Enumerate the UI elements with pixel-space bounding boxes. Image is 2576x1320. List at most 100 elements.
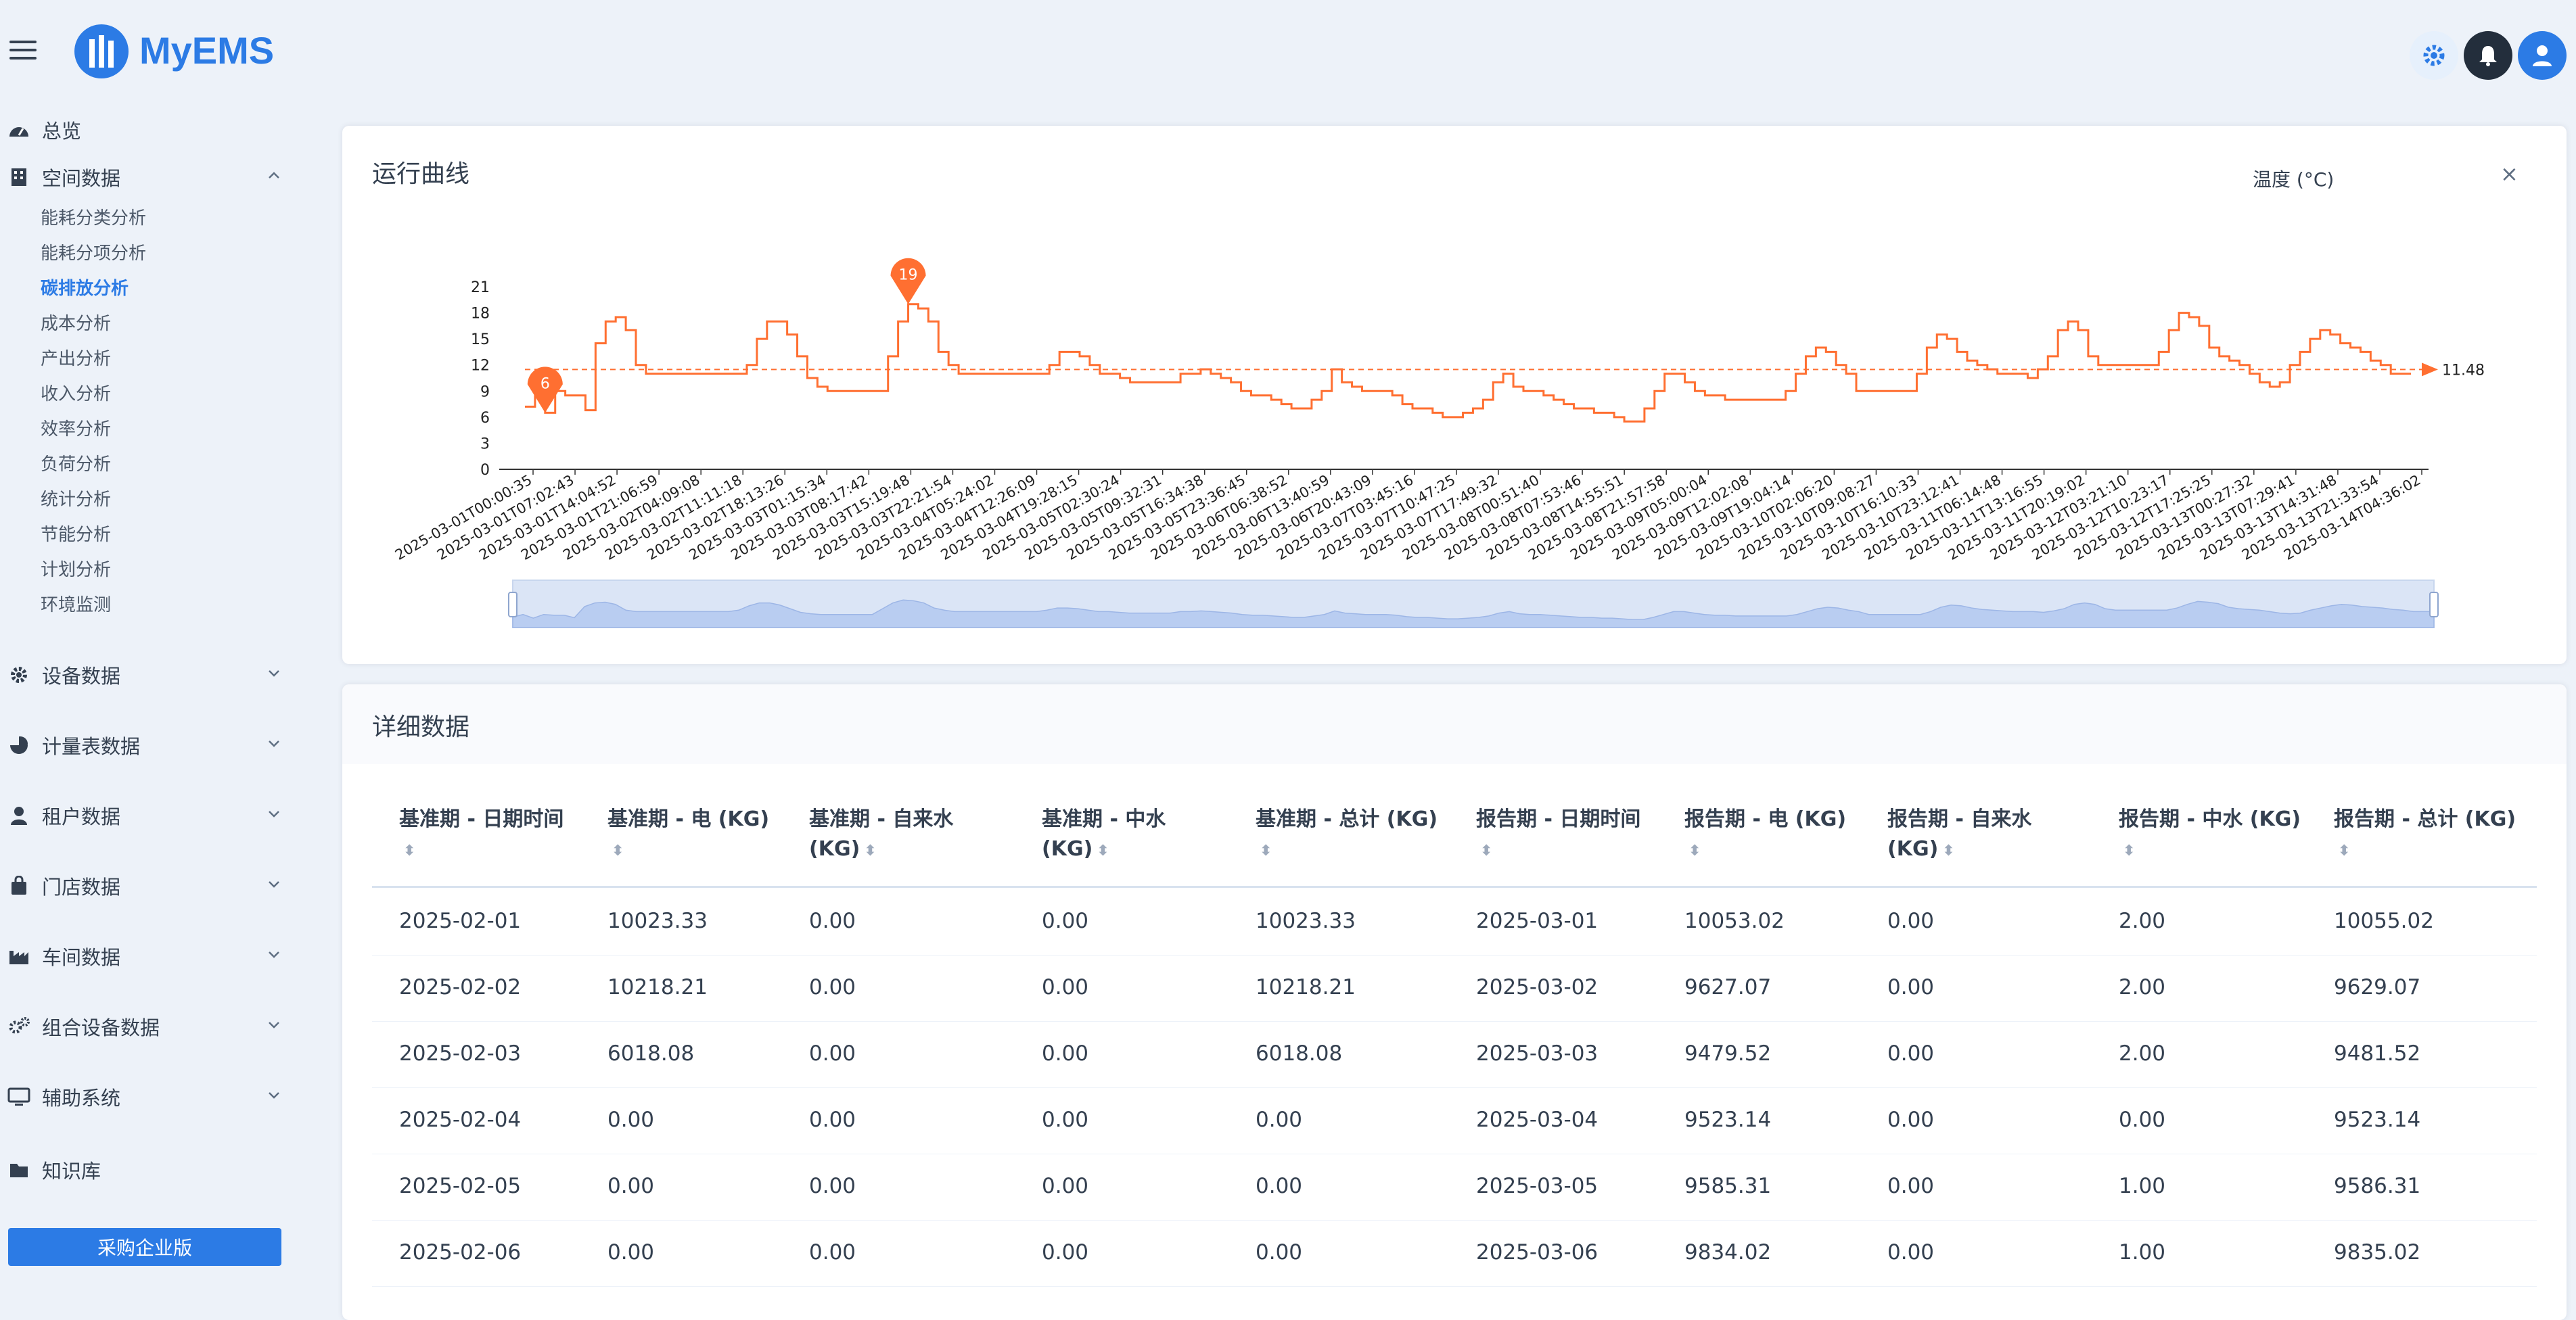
table-cell: 9627.07 [1684, 975, 1771, 999]
table-title: 详细数据 [372, 707, 469, 742]
nav-group[interactable]: 租户数据 [7, 801, 120, 830]
table-cell: 2025-03-04 [1476, 1108, 1598, 1132]
table-cell: 2025-03-01 [1476, 909, 1598, 933]
nav-group[interactable]: 门店数据 [7, 871, 120, 901]
gears-icon [7, 1014, 31, 1039]
sort-icon[interactable]: ⬍ [1480, 843, 1492, 859]
sidebar-subitem[interactable]: 能耗分项分析 [41, 241, 146, 266]
table-row: 2025-02-040.000.000.000.002025-03-049523… [372, 1087, 2537, 1154]
myems-logo-icon [74, 24, 129, 78]
app-name[interactable]: MyEMS [139, 28, 274, 72]
detail-card-header [342, 684, 2567, 764]
table-cell: 9479.52 [1684, 1041, 1771, 1066]
table-cell: 0.00 [607, 1240, 654, 1265]
column-header[interactable]: 基准期 - 电 (KG) ⬍ [607, 805, 769, 866]
buy-enterprise-button[interactable]: 采购企业版 [8, 1228, 281, 1266]
column-header-label: 基准期 - 总计 (KG) [1256, 805, 1438, 834]
menu-toggle-icon[interactable] [9, 41, 37, 62]
table-cell: 0.00 [1042, 1108, 1088, 1132]
column-header[interactable]: 报告期 - 中水 (KG) ⬍ [2119, 805, 2301, 866]
table-cell: 0.00 [607, 1174, 654, 1198]
nav-group-label: 租户数据 [42, 801, 120, 830]
nav-group[interactable]: 组合设备数据 [7, 1012, 160, 1041]
table-cell: 9586.31 [2334, 1174, 2420, 1198]
column-header-label: 基准期 - 电 (KG) [607, 805, 769, 834]
sidebar-subitem[interactable]: 负荷分析 [41, 452, 111, 477]
column-header-unit: (KG) [1042, 837, 1092, 861]
table-cell: 0.00 [1256, 1240, 1302, 1265]
nav-space-data-label: 空间数据 [42, 163, 120, 191]
sidebar-subitem[interactable]: 环境监测 [41, 592, 111, 618]
nav-group[interactable]: 设备数据 [7, 660, 120, 690]
sort-icon[interactable]: ⬍ [2123, 843, 2135, 859]
nav-overview[interactable]: 总览 [7, 115, 81, 145]
nav-space-data[interactable]: 空间数据 [7, 162, 120, 192]
column-header-label: 报告期 - 中水 (KG) [2119, 805, 2301, 834]
average-label: 11.48 [2442, 362, 2485, 379]
column-header-label: 报告期 - 自来水 [1887, 805, 2031, 834]
column-header[interactable]: 基准期 - 中水(KG)⬍ [1042, 805, 1166, 866]
table-cell: 9523.14 [2334, 1108, 2420, 1132]
y-tick-label: 9 [480, 383, 490, 400]
sort-icon[interactable]: ⬍ [1260, 843, 1272, 859]
chevron-down-icon [264, 803, 284, 824]
notification-bell-icon[interactable] [2464, 31, 2512, 80]
nav-group-label: 组合设备数据 [42, 1012, 160, 1041]
sidebar-subitem[interactable]: 成本分析 [41, 311, 111, 337]
sort-icon[interactable]: ⬍ [1942, 843, 1954, 859]
nav-knowledge-label: 知识库 [42, 1156, 101, 1184]
nav-group[interactable]: 计量表数据 [7, 730, 140, 760]
settings-gear-icon[interactable] [2410, 31, 2458, 80]
min-marker-label: 6 [540, 375, 550, 392]
nav-knowledge[interactable]: 知识库 [7, 1155, 101, 1185]
sort-icon[interactable]: ⬍ [1097, 843, 1109, 859]
sidebar-subitem[interactable]: 能耗分类分析 [41, 206, 146, 231]
table-cell: 2.00 [2119, 909, 2165, 933]
column-header-label: 基准期 - 日期时间 [399, 805, 564, 834]
column-header-unit: (KG) [1887, 837, 1938, 861]
column-header[interactable]: 报告期 - 自来水 (KG)⬍ [1887, 805, 2031, 866]
table-cell: 0.00 [607, 1108, 654, 1132]
column-header[interactable]: 报告期 - 电 (KG)⬍ [1684, 805, 1846, 866]
operating-curve-card: 运行曲线 温度 (°C) × 0369121518212025-03-01T00… [342, 126, 2567, 664]
sidebar-subitem[interactable]: 计划分析 [41, 557, 111, 583]
sidebar-subitem[interactable]: 产出分析 [41, 346, 111, 372]
chevron-down-icon [264, 874, 284, 894]
table-cell: 10055.02 [2334, 909, 2434, 933]
column-header[interactable]: 基准期 - 总计 (KG) ⬍ [1256, 805, 1438, 866]
y-tick-label: 18 [471, 306, 490, 323]
table-cell: 2.00 [2119, 1041, 2165, 1066]
column-header[interactable]: 报告期 - 日期时间 ⬍ [1476, 805, 1640, 866]
nav-group-label: 计量表数据 [42, 731, 140, 759]
nav-group[interactable]: 辅助系统 [7, 1082, 120, 1112]
table-cell: 0.00 [1256, 1174, 1302, 1198]
sidebar-subitem[interactable]: 统计分析 [41, 487, 111, 513]
table-cell: 2025-02-03 [399, 1041, 521, 1066]
zoom-handle-left [509, 592, 517, 617]
sidebar-subitem[interactable]: 效率分析 [41, 417, 111, 442]
sort-icon[interactable]: ⬍ [2338, 843, 2350, 859]
sort-icon[interactable]: ⬍ [1688, 843, 1701, 859]
sidebar-subitem[interactable]: 碳排放分析 [41, 276, 129, 302]
table-cell: 2025-02-06 [399, 1240, 521, 1265]
chevron-down-icon [264, 1014, 284, 1035]
sort-icon[interactable]: ⬍ [403, 843, 415, 859]
column-header-label: 报告期 - 日期时间 [1476, 805, 1640, 834]
column-header[interactable]: 基准期 - 自来水(KG)⬍ [809, 805, 953, 866]
building-icon [7, 165, 31, 189]
sidebar-subitem[interactable]: 收入分析 [41, 381, 111, 407]
table-cell: 9629.07 [2334, 975, 2420, 999]
sort-icon[interactable]: ⬍ [612, 843, 624, 859]
nav-group[interactable]: 车间数据 [7, 941, 120, 971]
dashboard-icon [7, 118, 31, 142]
gear-icon [7, 663, 31, 687]
sort-icon[interactable]: ⬍ [864, 843, 876, 859]
table-cell: 0.00 [1887, 1108, 1934, 1132]
table-cell: 2025-02-04 [399, 1108, 521, 1132]
column-header[interactable]: 报告期 - 总计 (KG)⬍ [2334, 805, 2516, 866]
sidebar-subitem[interactable]: 节能分析 [41, 522, 111, 548]
user-avatar-icon[interactable] [2518, 31, 2567, 80]
series-line-temperature [525, 304, 2411, 422]
column-header[interactable]: 基准期 - 日期时间 ⬍ [399, 805, 564, 866]
table-cell: 9481.52 [2334, 1041, 2420, 1066]
